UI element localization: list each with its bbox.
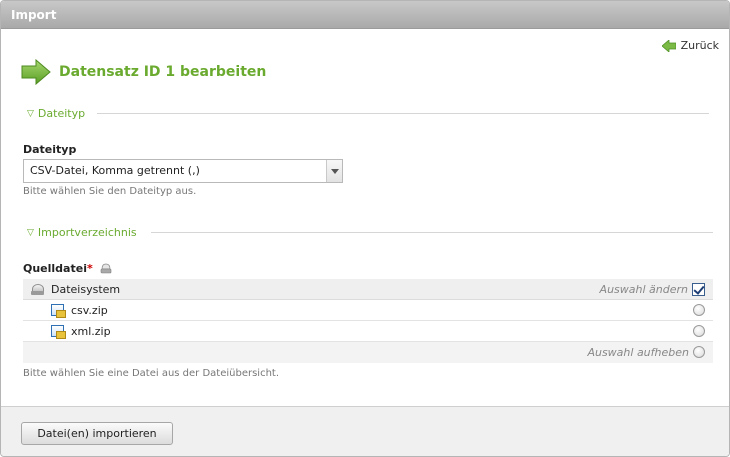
quelldatei-label-group: Quelldatei * — [23, 262, 112, 275]
back-link[interactable]: Zurück — [661, 39, 719, 52]
divider — [97, 113, 709, 114]
dateityp-legend-label: Dateityp — [37, 107, 86, 120]
import-button[interactable]: Datei(en) importieren — [21, 422, 173, 445]
file-name: xml.zip — [71, 324, 111, 338]
divider — [151, 232, 713, 233]
importverzeichnis-legend[interactable]: ▽ Importverzeichnis — [27, 226, 137, 239]
dateityp-legend[interactable]: ▽ Dateityp — [27, 107, 85, 120]
import-panel: Import Zurück Datensatz ID 1 bearbeiten … — [0, 0, 730, 457]
clear-selection-row: Auswahl aufheben — [23, 342, 713, 363]
back-arrow-icon — [661, 39, 676, 52]
dateityp-hint: Bitte wählen Sie den Dateityp aus. — [23, 186, 197, 197]
zip-file-icon — [51, 303, 66, 318]
change-selection-link[interactable]: Auswahl ändern — [600, 283, 688, 296]
drive-icon — [31, 283, 45, 296]
required-marker: * — [86, 262, 93, 275]
dateityp-select[interactable]: CSV-Datei, Komma getrennt (,) — [23, 159, 343, 183]
root-checkbox[interactable] — [692, 282, 705, 296]
file-radio[interactable] — [693, 304, 705, 316]
back-link-label: Zurück — [680, 39, 719, 52]
importverzeichnis-legend-label: Importverzeichnis — [37, 226, 137, 239]
file-row[interactable]: csv.zip — [23, 300, 713, 321]
title-bar: Import — [1, 1, 729, 29]
chevron-down-icon[interactable] — [326, 160, 342, 182]
window-title: Import — [11, 8, 57, 22]
dateityp-select-value: CSV-Datei, Komma getrennt (,) — [30, 164, 200, 177]
page-title: Datensatz ID 1 bearbeiten — [59, 64, 267, 80]
clear-selection-link[interactable]: Auswahl aufheben — [587, 346, 689, 359]
collapse-triangle-icon: ▽ — [27, 227, 34, 238]
help-icon[interactable] — [100, 263, 112, 274]
zip-file-icon — [51, 324, 66, 339]
page-heading: Datensatz ID 1 bearbeiten — [21, 59, 266, 85]
root-label: Dateisystem — [51, 282, 121, 296]
quelldatei-label: Quelldatei — [23, 262, 87, 275]
file-tree-root[interactable]: Dateisystem Auswahl ändern — [23, 279, 713, 300]
heading-arrow-icon — [21, 59, 51, 85]
file-radio[interactable] — [693, 325, 705, 337]
quelldatei-hint: Bitte wählen Sie eine Datei aus der Date… — [23, 368, 280, 379]
dateityp-label: Dateityp — [23, 143, 77, 156]
file-name: csv.zip — [71, 303, 108, 317]
file-row[interactable]: xml.zip — [23, 321, 713, 342]
collapse-triangle-icon: ▽ — [27, 108, 34, 119]
file-tree: Dateisystem Auswahl ändern csv.zip xml.z… — [23, 279, 713, 363]
clear-selection-radio[interactable] — [693, 346, 705, 358]
footer-bar: Datei(en) importieren — [1, 406, 729, 456]
